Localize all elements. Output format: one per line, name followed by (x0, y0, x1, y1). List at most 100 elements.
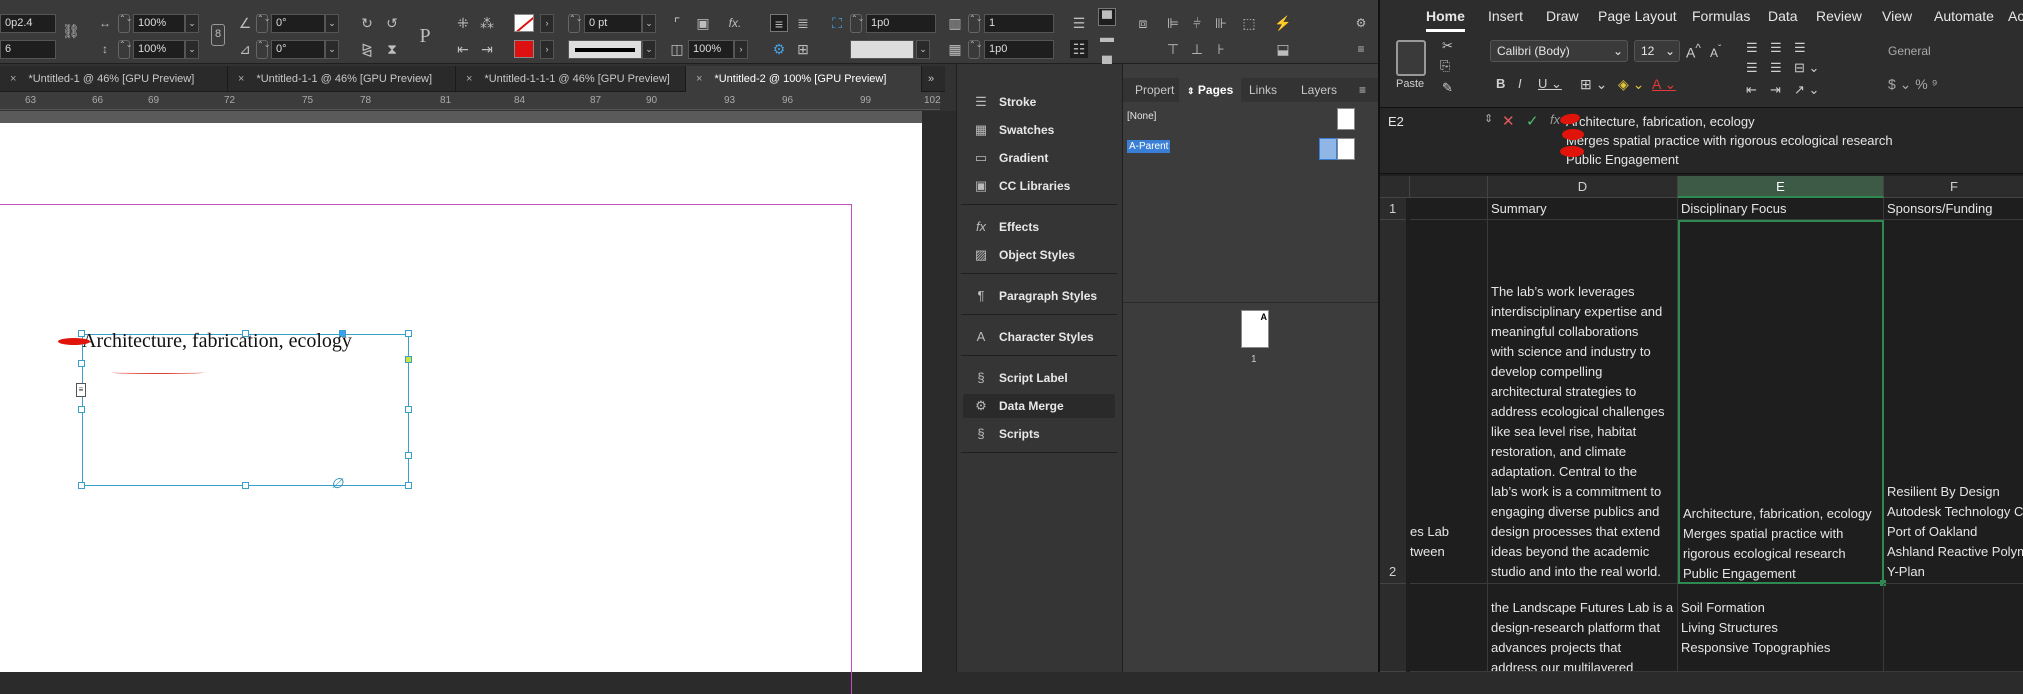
panel-item-cc-libraries[interactable]: ▣ CC Libraries (963, 174, 1115, 198)
frame-preview-field[interactable] (850, 40, 914, 59)
frame-path-icon[interactable]: ∅ (331, 475, 343, 491)
font-name-box[interactable]: Calibri (Body) ⌄ (1490, 40, 1628, 62)
tab-links[interactable]: Links (1241, 78, 1285, 102)
cut-icon[interactable]: ✂ (1442, 38, 1453, 54)
align-center-icon[interactable]: ≣ (794, 14, 812, 32)
align-right-edges-icon[interactable]: ⊪ (1212, 14, 1230, 32)
frame-out-port[interactable] (405, 356, 412, 363)
select-content-icon[interactable]: ⁂ (478, 14, 496, 32)
font-size-box[interactable]: 12 ⌄ (1634, 40, 1680, 62)
opacity-dropdown[interactable]: › (734, 40, 748, 59)
none-parent-thumbnail[interactable] (1337, 108, 1355, 130)
borders-icon[interactable]: ⊞ ⌄ (1580, 76, 1607, 93)
decrease-font-icon[interactable]: Aˇ (1710, 44, 1721, 60)
align-horizontal-centers-icon[interactable]: ⫩ (1188, 14, 1206, 32)
align-left-icon[interactable]: ☰ (1746, 60, 1758, 76)
frame-handle[interactable] (78, 360, 85, 367)
columns-field[interactable]: 1 (984, 14, 1054, 33)
italic-icon[interactable]: I (1518, 76, 1522, 91)
frame-handle[interactable] (78, 406, 85, 413)
flip-horizontal-icon[interactable]: ⧎ (358, 40, 376, 58)
formula-line[interactable]: Public Engagement (1566, 152, 1679, 167)
panel-item-scripts[interactable]: § Scripts (963, 422, 1115, 446)
cell-c2[interactable]: es Lab tween (1410, 220, 1488, 584)
text-wrap-icon[interactable]: ⚙ (770, 40, 788, 58)
underline-icon[interactable]: U ⌄ (1538, 76, 1562, 92)
flip-vertical-icon[interactable]: ⧗ (383, 40, 401, 58)
columns-stepper[interactable]: ⌃⌄ (968, 14, 982, 33)
column-header-c[interactable] (1410, 176, 1488, 198)
column-gap-field[interactable]: 1p0 (984, 40, 1054, 59)
frame-preview-dropdown[interactable]: ⌄ (916, 40, 930, 59)
stroke-weight-stepper[interactable]: ⌃⌄ (568, 14, 582, 33)
frame-handle[interactable] (405, 452, 412, 459)
tab-layers[interactable]: Layers (1293, 78, 1345, 102)
currency-icon[interactable]: $ ⌄ % ⁹ (1888, 76, 1938, 93)
control-menu-icon[interactable]: ≡ (1352, 40, 1370, 58)
opacity-field[interactable]: 100% (688, 40, 734, 59)
justify-icon[interactable]: ☷ (1070, 40, 1088, 58)
scale-y-field[interactable]: 100% (133, 40, 185, 59)
close-tab-icon[interactable]: × (696, 73, 702, 85)
fill-color-icon[interactable]: ◈ ⌄ (1618, 76, 1644, 93)
cell-c1[interactable] (1410, 198, 1488, 220)
drop-shadow-icon[interactable]: ▣ (694, 14, 712, 32)
panel-item-data-merge[interactable]: ⚙ Data Merge (963, 394, 1115, 418)
document-tab-active[interactable]: × *Untitled-2 @ 100% [GPU Preview] (686, 66, 922, 92)
align-vertical-centers-icon[interactable]: ⊥ (1188, 40, 1206, 58)
close-tab-icon[interactable]: × (238, 73, 244, 85)
tab-pages[interactable]: ⇕ Pages (1179, 78, 1242, 102)
panel-item-gradient[interactable]: ▭ Gradient (963, 146, 1115, 170)
shear-field[interactable]: 0° (271, 40, 325, 59)
cell-d1[interactable]: Summary (1488, 198, 1678, 220)
frame-text[interactable]: Architecture, fabrication, ecology (82, 330, 352, 353)
tab-page-layout[interactable]: Page Layout (1598, 0, 1677, 32)
fitting-frame-icon[interactable]: ⛶ (828, 14, 846, 32)
format-painter-icon[interactable]: ✎ (1442, 80, 1453, 96)
frame-in-port-icon[interactable]: ≡ (76, 383, 86, 397)
panel-item-script-label[interactable]: § Script Label (963, 366, 1115, 390)
frame-handle[interactable] (405, 482, 412, 489)
bold-icon[interactable]: B (1496, 76, 1505, 91)
fill-swatch-none-icon[interactable] (514, 14, 534, 32)
tab-formulas[interactable]: Formulas (1692, 0, 1750, 32)
name-box[interactable]: E2 (1388, 114, 1404, 129)
panel-item-effects[interactable]: fx Effects (963, 215, 1115, 239)
fill-dropdown[interactable]: › (540, 14, 554, 33)
formula-line[interactable]: Merges spatial practice with rigorous ec… (1566, 133, 1893, 148)
vertical-justify-top-icon[interactable]: ▀ (1098, 8, 1116, 26)
distribute-icon[interactable]: ⬚ (1240, 14, 1258, 32)
text-frame[interactable] (82, 334, 409, 486)
panel-item-paragraph-styles[interactable]: ¶ Paragraph Styles (963, 284, 1115, 308)
frame-handle[interactable] (78, 482, 85, 489)
row-header-1[interactable]: 1 (1380, 198, 1406, 220)
tab-data[interactable]: Data (1768, 0, 1798, 32)
tab-review[interactable]: Review (1816, 0, 1862, 32)
name-box-stepper[interactable]: ⇕ (1484, 112, 1493, 125)
increase-font-icon[interactable]: A^ (1686, 42, 1701, 61)
panel-item-stroke[interactable]: ☰ Stroke (963, 90, 1115, 114)
tab-insert[interactable]: Insert (1488, 0, 1523, 32)
scale-y-dropdown[interactable]: ⌄ (185, 40, 199, 59)
constrain-proportions-icon[interactable]: 8 (211, 24, 225, 46)
spreadsheet-grid[interactable]: D E F 1 2 Summary Disciplinary Focus Spo… (1380, 176, 2023, 672)
stroke-weight-dropdown[interactable]: ⌄ (642, 14, 656, 33)
control-menu-gear-icon[interactable]: ⚙ (1352, 14, 1370, 32)
align-objects-icon[interactable]: ⧈ (1134, 14, 1152, 32)
increase-indent-icon[interactable]: ⇥ (1770, 82, 1781, 98)
document-tab[interactable]: × *Untitled-1 @ 46% [GPU Preview] (0, 66, 228, 92)
tab-view[interactable]: View (1882, 0, 1912, 32)
tab-acrobat[interactable]: Ac (2008, 0, 2023, 32)
shear-stepper[interactable]: ⌃⌄ (256, 40, 270, 59)
align-left-edges-icon[interactable]: ⊫ (1164, 14, 1182, 32)
align-top-icon[interactable]: ☰ (1746, 40, 1758, 56)
row-header-3[interactable] (1380, 584, 1406, 672)
type-tool-icon[interactable]: P (413, 24, 437, 48)
rotate-dropdown[interactable]: ⌄ (325, 14, 339, 33)
column-header-e[interactable]: E (1678, 176, 1884, 198)
tab-home[interactable]: Home (1426, 0, 1465, 32)
stroke-type-dropdown[interactable]: ⌄ (642, 40, 656, 59)
page-1-thumbnail[interactable]: A (1241, 310, 1269, 348)
panel-item-swatches[interactable]: ▦ Swatches (963, 118, 1115, 142)
frame-options-icon[interactable]: ⬓ (1274, 40, 1292, 58)
